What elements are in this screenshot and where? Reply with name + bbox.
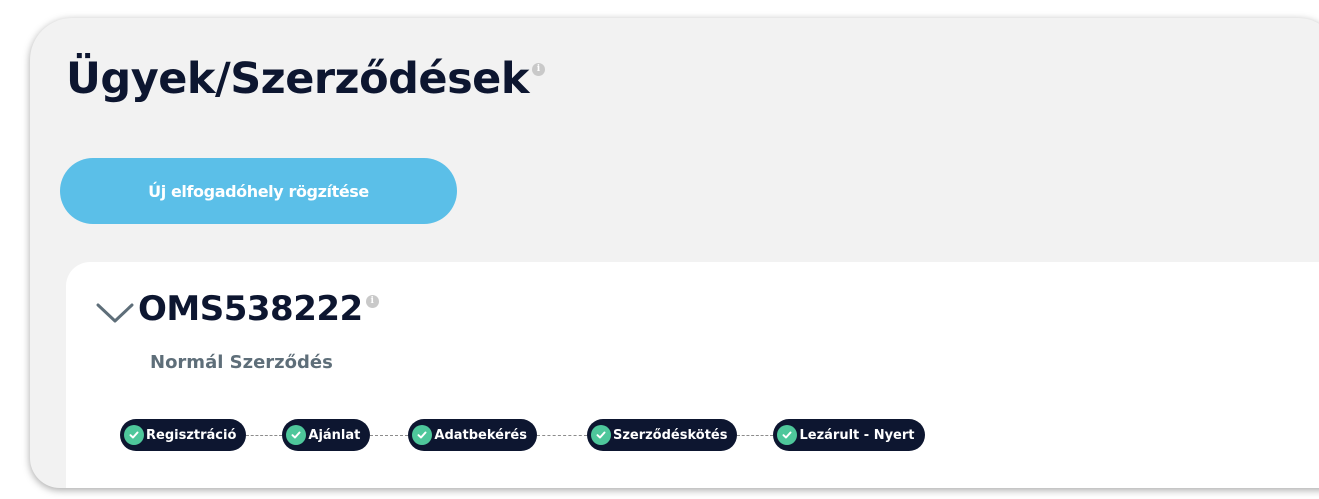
step-connector <box>737 434 774 436</box>
new-acceptance-point-button[interactable]: Új elfogadóhely rögzítése <box>60 158 457 224</box>
contract-id: OMS538222 <box>138 289 363 329</box>
check-circle-icon <box>412 425 433 445</box>
step-label: Regisztráció <box>146 427 237 443</box>
check-circle-icon <box>286 425 307 445</box>
step-offer: Ajánlat <box>282 419 371 451</box>
contract-header: OMS538222 i <box>94 292 379 326</box>
step-registration: Regisztráció <box>120 419 247 451</box>
step-label: Lezárult - Nyert <box>799 427 915 443</box>
step-connector <box>246 434 283 436</box>
page-title: Ügyek/Szerződések <box>66 54 529 104</box>
step-data-request: Adatbekérés <box>408 419 537 451</box>
page-header: Ügyek/Szerződések i <box>66 58 545 101</box>
step-closed-won: Lezárult - Nyert <box>773 419 925 451</box>
step-label: Adatbekérés <box>434 427 527 443</box>
step-connector <box>536 434 587 436</box>
contract-type: Normál Szerződés <box>150 352 333 373</box>
step-label: Szerződéskötés <box>612 427 728 443</box>
check-circle-icon <box>590 425 611 445</box>
step-label: Ajánlat <box>308 427 361 443</box>
info-icon[interactable]: i <box>531 63 545 76</box>
check-circle-icon <box>124 425 144 445</box>
check-circle-icon <box>777 425 798 445</box>
chevron-down-icon[interactable] <box>94 300 136 326</box>
status-steps: Regisztráció Ajánlat Adatbekérés Szerződ… <box>120 419 925 451</box>
cases-panel: Ügyek/Szerződések i Új elfogadóhely rögz… <box>30 18 1319 488</box>
step-connector <box>370 434 409 436</box>
step-contracting: Szerződéskötés <box>586 419 738 451</box>
contract-card: OMS538222 i Normál Szerződés Regisztráci… <box>66 262 1319 488</box>
info-icon[interactable]: i <box>365 295 379 308</box>
